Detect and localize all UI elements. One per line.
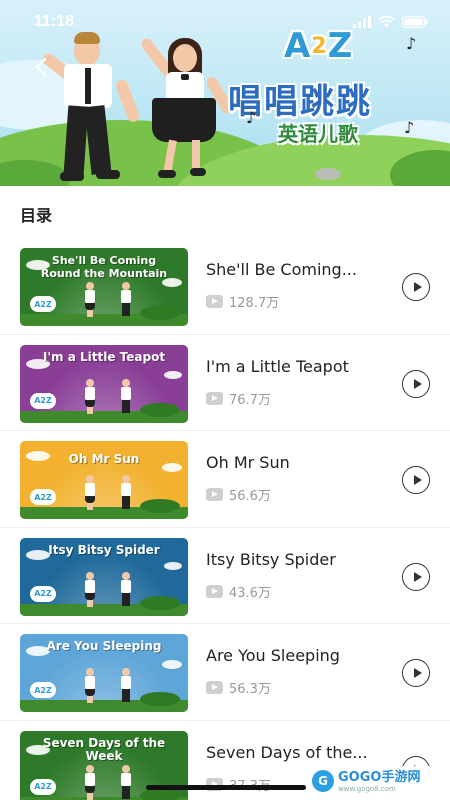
play-count-value: 43.6万 xyxy=(229,585,271,601)
play-button[interactable] xyxy=(402,273,430,301)
play-count: 56.3万 xyxy=(206,678,271,697)
song-title: I'm a Little Teapot xyxy=(206,356,349,376)
video-icon xyxy=(206,391,223,405)
song-title: Seven Days of the... xyxy=(206,742,368,762)
status-bar: 11:18 xyxy=(0,0,450,44)
catalog-title: 目录 xyxy=(20,206,53,225)
battery-icon xyxy=(402,16,428,28)
play-count-value: 56.6万 xyxy=(229,489,271,504)
wifi-icon xyxy=(378,16,395,28)
a2z-logo: A2Z xyxy=(30,682,56,698)
song-thumbnail: She'll Be Coming Round the Mountain A2Z xyxy=(20,248,188,326)
song-title: Itsy Bitsy Spider xyxy=(206,549,336,569)
play-button[interactable] xyxy=(402,369,430,398)
song-thumbnail: Are You Sleeping A2Z xyxy=(20,634,188,712)
a2z-logo: A2Z xyxy=(30,392,56,409)
thumbnail-title: Seven Days of the Week xyxy=(42,735,166,763)
play-count: 43.6万 xyxy=(206,582,271,601)
a2z-logo: A2Z xyxy=(30,489,56,505)
play-count: 128.7万 xyxy=(206,292,279,311)
thumbnail-title: I'm a Little Teapot xyxy=(42,349,166,364)
thumbnail-title: Are You Sleeping xyxy=(46,639,162,653)
music-note-icon: ♪ xyxy=(404,118,415,137)
song-thumbnail: Itsy Bitsy Spider A2Z xyxy=(20,537,188,616)
status-time: 11:18 xyxy=(34,13,75,30)
song-title: She'll Be Coming... xyxy=(206,260,357,279)
play-button[interactable] xyxy=(402,466,430,494)
site-watermark: G GOGO手游网 www.gogo8.com xyxy=(310,766,444,796)
a2z-logo: A2Z xyxy=(30,778,56,795)
video-icon xyxy=(206,681,223,694)
play-count-value: 56.3万 xyxy=(229,682,271,697)
play-count: 37.3万 xyxy=(206,775,271,794)
video-icon xyxy=(206,488,223,501)
song-item[interactable]: Are You Sleeping A2Z Are You Sleeping 56… xyxy=(0,624,450,721)
song-title: Are You Sleeping xyxy=(206,646,340,665)
watermark-url: www.gogo8.com xyxy=(338,784,396,793)
song-item[interactable]: Oh Mr Sun A2Z Oh Mr Sun 56.6万 xyxy=(0,431,450,528)
thumbnail-title: Oh Mr Sun xyxy=(68,452,140,466)
thumbnail-title: She'll Be Coming Round the Mountain xyxy=(40,254,168,280)
song-item[interactable]: I'm a Little Teapot A2Z I'm a Little Tea… xyxy=(0,335,450,431)
thumbnail-title: Itsy Bitsy Spider xyxy=(48,542,160,557)
home-indicator[interactable] xyxy=(146,785,306,790)
video-icon xyxy=(206,584,223,598)
play-count-value: 37.3万 xyxy=(229,775,271,794)
song-thumbnail: I'm a Little Teapot A2Z xyxy=(20,344,188,423)
song-list: She'll Be Coming Round the Mountain A2Z … xyxy=(0,238,450,800)
song-item[interactable]: She'll Be Coming Round the Mountain A2Z … xyxy=(0,238,450,335)
video-icon xyxy=(206,295,223,308)
song-title: Oh Mr Sun xyxy=(206,453,290,472)
back-button[interactable] xyxy=(26,52,56,82)
play-count: 56.6万 xyxy=(206,485,271,504)
watermark-text: GOGO手游网 xyxy=(338,769,421,785)
play-button[interactable] xyxy=(402,659,430,687)
play-count-value: 76.7万 xyxy=(229,392,271,408)
banner-subtitle: 英语儿歌 xyxy=(278,122,358,146)
play-button[interactable] xyxy=(402,562,430,591)
watermark-logo-icon: G xyxy=(312,770,334,792)
play-count: 76.7万 xyxy=(206,389,271,408)
song-thumbnail: Oh Mr Sun A2Z xyxy=(20,441,188,519)
a2z-logo: A2Z xyxy=(30,296,56,312)
song-item[interactable]: Itsy Bitsy Spider A2Z Itsy Bitsy Spider … xyxy=(0,528,450,624)
music-note-icon: ♪ xyxy=(246,108,257,127)
chevron-left-icon xyxy=(35,57,47,77)
a2z-logo: A2Z xyxy=(30,585,56,602)
play-count-value: 128.7万 xyxy=(229,296,280,311)
signal-icon xyxy=(353,16,371,28)
girl-illustration xyxy=(130,24,240,184)
